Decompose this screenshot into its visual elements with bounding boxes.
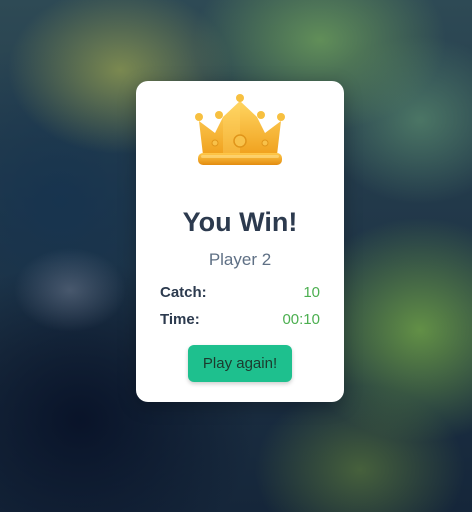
win-title: You Win!	[182, 207, 298, 237]
stat-row-time: Time: 00:10	[160, 311, 320, 331]
stat-label: Time:	[160, 311, 200, 328]
crown-icon	[195, 94, 285, 165]
stat-row-catch: Catch: 10	[160, 284, 320, 304]
play-again-button[interactable]: Play again!	[188, 345, 292, 382]
win-dialog: You Win! Player 2 Catch: 10 Time: 00:10 …	[136, 81, 344, 402]
stat-value: 00:10	[282, 311, 320, 328]
stat-value: 10	[303, 284, 320, 301]
stat-label: Catch:	[160, 284, 207, 301]
winner-name: Player 2	[208, 250, 272, 269]
